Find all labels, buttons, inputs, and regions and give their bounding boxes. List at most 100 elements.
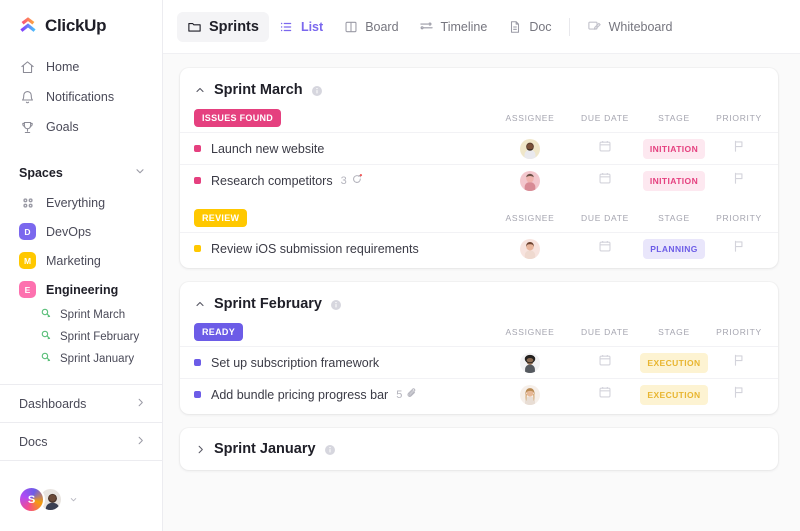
chevron-up-icon[interactable] [194,84,206,96]
due-date-cell[interactable] [570,385,640,404]
table-row[interactable]: Set up subscription framework EXECUTION [180,346,778,378]
sprint-header-january[interactable]: Sprint January [180,428,778,470]
spaces-list: Everything D DevOps M Marketing E Engine… [0,188,162,370]
breadcrumb-label: Sprints [209,18,259,35]
priority-cell[interactable] [708,353,770,372]
info-icon[interactable] [311,84,323,96]
due-date-cell[interactable] [570,171,640,190]
assignee-cell[interactable] [490,170,570,191]
sidebar-item-devops[interactable]: D DevOps [0,217,162,246]
sidebar-item-label: Notifications [46,90,115,104]
task-status-dot[interactable] [194,245,201,252]
column-headers: ASSIGNEE DUE DATE STAGE PRIORITY [490,113,778,123]
chevron-right-icon[interactable] [135,395,146,413]
sprint-title: Sprint March [214,82,303,98]
info-icon[interactable] [330,298,342,310]
sprint-title: Sprint January [214,441,316,457]
tab-doc[interactable]: Doc [497,12,561,42]
assignee-cell[interactable] [490,352,570,373]
due-date-cell[interactable] [570,353,640,372]
sprint-header-february[interactable]: Sprint February [180,282,778,318]
rocket-icon [40,328,52,346]
tab-whiteboard[interactable]: Whiteboard [577,12,683,42]
avatar [520,170,540,191]
chevron-right-icon[interactable] [135,433,146,451]
task-status-dot[interactable] [194,177,201,184]
doc-icon [507,19,522,34]
chevron-right-icon[interactable] [194,443,206,455]
column-header-priority: PRIORITY [716,213,762,223]
table-row[interactable]: Launch new website INITIATION [180,132,778,164]
assignee-cell[interactable] [490,138,570,159]
sidebar-item-home[interactable]: Home [0,52,162,82]
space-badge-engineering: E [19,281,36,298]
table-row[interactable]: Review iOS submission requirements PLANN… [180,232,778,264]
status-badge[interactable]: READY [194,323,244,341]
sidebar-item-docs[interactable]: Docs [0,422,162,460]
stage-tag: EXECUTION [640,352,708,373]
priority-cell[interactable] [708,139,770,158]
priority-cell[interactable] [708,171,770,190]
tab-timeline[interactable]: Timeline [409,12,498,42]
calendar-icon [598,239,612,258]
task-cells: INITIATION [490,170,778,191]
sidebar-item-label: Engineering [46,282,119,297]
table-row[interactable]: Add bundle pricing progress bar 5 EXECUT… [180,378,778,410]
due-date-cell[interactable] [570,139,640,158]
column-header-due-date: DUE DATE [581,327,629,337]
breadcrumb[interactable]: Sprints [177,11,269,42]
task-status-dot[interactable] [194,391,201,398]
sidebar-item-everything[interactable]: Everything [0,188,162,217]
sidebar-item-sprint-january[interactable]: Sprint January [0,348,162,370]
sprint-header-march[interactable]: Sprint March [180,68,778,104]
stage-cell[interactable]: EXECUTION [640,384,708,405]
timeline-icon [419,19,434,34]
sidebar-spacer [0,460,162,486]
assignee-cell[interactable] [490,238,570,259]
table-row[interactable]: Research competitors 3 INITIATION [180,164,778,196]
sidebar-item-label: Goals [46,120,79,134]
sidebar-item-notifications[interactable]: Notifications [0,82,162,112]
task-attachment-count[interactable]: 5 [396,387,418,402]
column-header-priority: PRIORITY [716,327,762,337]
sidebar-item-marketing[interactable]: M Marketing [0,246,162,275]
priority-cell[interactable] [708,239,770,258]
sidebar-footer: S [0,486,162,531]
calendar-icon [598,353,612,372]
sidebar: ClickUp Home Notifications Goals Spaces … [0,0,163,531]
task-status-dot[interactable] [194,145,201,152]
sidebar-item-engineering[interactable]: E Engineering [0,275,162,304]
spaces-section-header[interactable]: Spaces [0,158,162,188]
sprint-card-january: Sprint January [180,428,778,470]
due-date-cell[interactable] [570,239,640,258]
stage-cell[interactable]: PLANNING [640,238,708,259]
column-header-due-date: DUE DATE [581,213,629,223]
status-badge[interactable]: REVIEW [194,209,248,227]
sidebar-item-sprint-february[interactable]: Sprint February [0,326,162,348]
status-badge[interactable]: ISSUES FOUND [194,109,282,127]
sidebar-item-sprint-march[interactable]: Sprint March [0,304,162,326]
info-icon[interactable] [324,443,336,455]
chevron-down-icon[interactable] [134,164,146,182]
task-name: Review iOS submission requirements [211,241,419,256]
flag-icon [732,171,746,190]
priority-cell[interactable] [708,385,770,404]
app-logo[interactable]: ClickUp [0,0,162,50]
chevron-up-icon[interactable] [194,298,206,310]
caret-down-icon[interactable] [69,491,78,509]
assignee-cell[interactable] [490,384,570,405]
task-subtask-count[interactable]: 3 [341,173,363,188]
stage-tag: INITIATION [642,170,706,191]
stage-cell[interactable]: EXECUTION [640,352,708,373]
stage-cell[interactable]: INITIATION [640,170,708,191]
avatar [520,352,540,373]
avatar[interactable]: S [18,486,45,513]
bell-icon [19,89,35,105]
tab-list[interactable]: List [269,12,333,42]
sidebar-item-dashboards[interactable]: Dashboards [0,384,162,422]
stage-cell[interactable]: INITIATION [640,138,708,159]
sidebar-item-goals[interactable]: Goals [0,112,162,142]
sidebar-item-label: Sprint February [60,331,140,343]
tab-board[interactable]: Board [333,12,408,42]
task-status-dot[interactable] [194,359,201,366]
